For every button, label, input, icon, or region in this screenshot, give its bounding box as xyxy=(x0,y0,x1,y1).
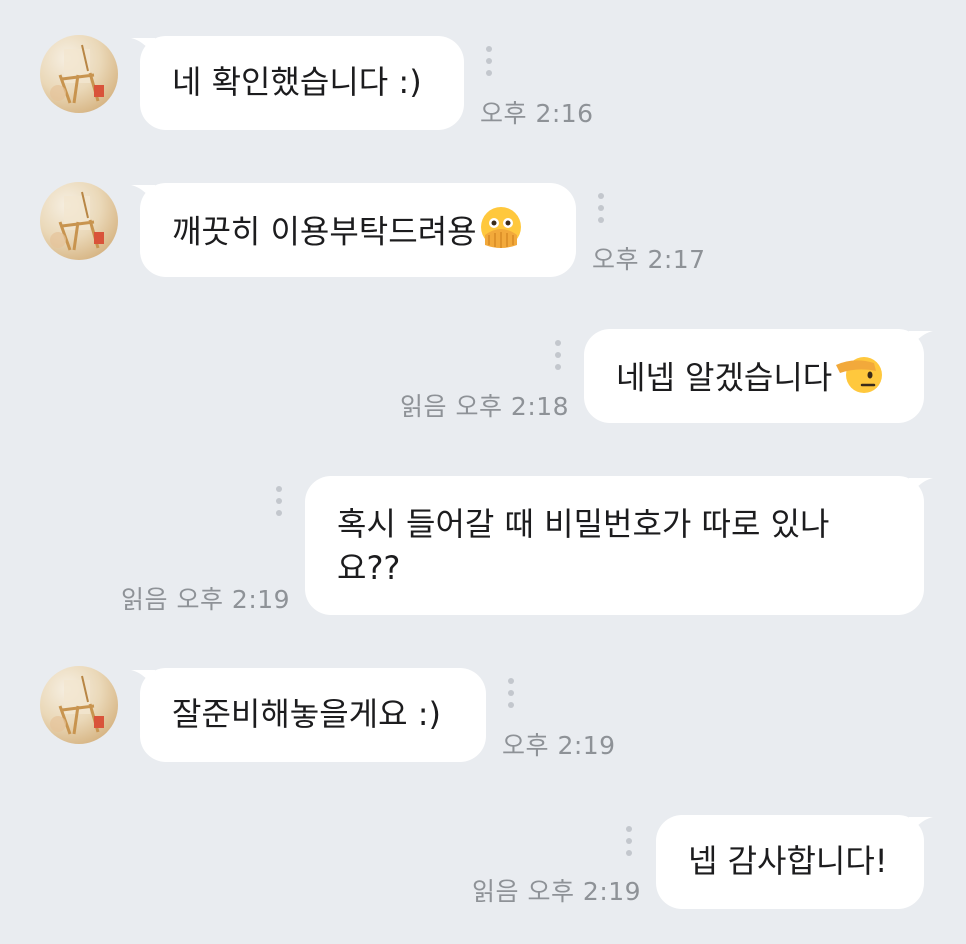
read-status: 읽음 xyxy=(121,585,169,614)
more-options-icon[interactable] xyxy=(598,193,604,229)
message-read-time: 읽음 오후 2:19 xyxy=(472,872,641,908)
avatar-image xyxy=(50,191,104,251)
message-bubble-incoming[interactable]: 깨끗히 이용부탁드려용 xyxy=(131,183,576,277)
message-bubble-incoming[interactable]: 잘준비해놓을게요 :) xyxy=(131,668,486,762)
saluting-face-icon xyxy=(834,351,883,408)
message-read-time: 읽음 오후 2:18 xyxy=(400,387,569,423)
message-timestamp: 오후 2:19 xyxy=(527,877,642,906)
read-status: 읽음 xyxy=(400,392,448,421)
message-text: 네 확인했습니다 :) xyxy=(172,63,422,101)
message-bubble-outgoing[interactable]: 네넵 알겠습니다 xyxy=(584,329,933,423)
bubble-tail xyxy=(909,817,933,835)
avatar-image xyxy=(50,44,104,104)
message-bubble-outgoing[interactable]: 혹시 들어갈 때 비밀번호가 따로 있나 요?? xyxy=(305,476,933,615)
bubble-tail xyxy=(909,331,933,349)
message-read-time: 읽음 오후 2:19 xyxy=(121,580,290,616)
message-text-line: 혹시 들어갈 때 비밀번호가 따로 있나 xyxy=(337,505,830,543)
avatar[interactable] xyxy=(40,182,118,260)
message-text: 넵 감사합니다! xyxy=(688,842,888,880)
message-bubble-outgoing[interactable]: 넵 감사합니다! xyxy=(656,815,933,909)
message-timestamp: 오후 2:16 xyxy=(480,99,594,128)
avatar-image xyxy=(50,675,104,735)
message-text: 잘준비해놓을게요 :) xyxy=(172,695,441,733)
message-text: 깨끗히 이용부탁드려용 xyxy=(172,212,477,251)
message-text-line: 요?? xyxy=(337,549,401,587)
more-options-icon[interactable] xyxy=(508,678,514,714)
bubble-tail xyxy=(131,670,155,688)
face-with-open-eyes-and-hand-over-mouth-icon xyxy=(479,205,523,262)
bubble-tail xyxy=(909,478,933,496)
more-options-icon[interactable] xyxy=(626,826,632,862)
message-timestamp: 오후 2:19 xyxy=(502,731,616,760)
message-timestamp: 오후 2:19 xyxy=(176,585,291,614)
message-timestamp: 오후 2:17 xyxy=(592,245,706,274)
more-options-icon[interactable] xyxy=(555,340,561,376)
message-timestamp: 오후 2:18 xyxy=(455,392,570,421)
message-bubble-incoming[interactable]: 네 확인했습니다 :) xyxy=(131,36,464,130)
chat-thread: 네 확인했습니다 :) 오후 2:16 깨끗히 이용부탁드려용 오후 2:17 … xyxy=(0,0,966,944)
message-text: 네넵 알겠습니다 xyxy=(616,358,833,397)
read-status: 읽음 xyxy=(472,877,520,906)
bubble-tail xyxy=(131,38,155,56)
more-options-icon[interactable] xyxy=(486,46,492,82)
bubble-tail xyxy=(131,185,155,203)
more-options-icon[interactable] xyxy=(276,486,282,522)
avatar[interactable] xyxy=(40,666,118,744)
avatar[interactable] xyxy=(40,35,118,113)
